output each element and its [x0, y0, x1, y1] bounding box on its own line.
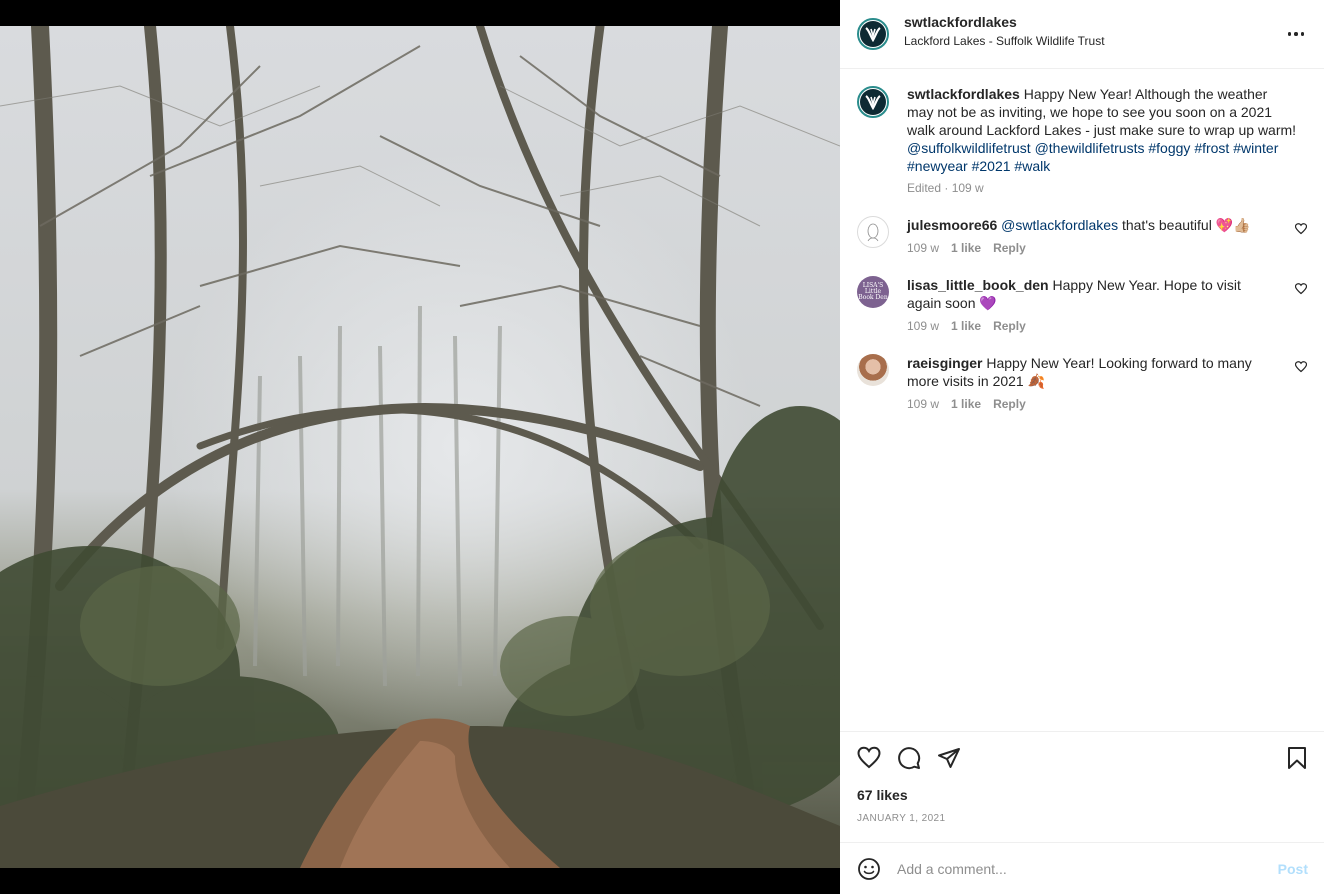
- comment-age[interactable]: 109 w: [907, 319, 939, 333]
- comment-bubble-icon[interactable]: [896, 745, 922, 771]
- comment-item: julesmoore66 @swtlackfordlakes that's be…: [857, 216, 1308, 255]
- comment-like-heart-icon[interactable]: [1294, 360, 1308, 373]
- comment-like-heart-icon[interactable]: [1294, 222, 1308, 235]
- comment-item: LISA'S Little Book Den lisas_little_book…: [857, 276, 1308, 333]
- account-avatar[interactable]: [857, 18, 889, 50]
- sketch-face-icon: [867, 223, 879, 242]
- comment-composer: Post: [840, 842, 1324, 894]
- post-comment-button[interactable]: Post: [1278, 861, 1308, 877]
- reply-button[interactable]: Reply: [993, 319, 1026, 333]
- forest-path-image: [0, 26, 840, 868]
- post-location[interactable]: Lackford Lakes - Suffolk Wildlife Trust: [904, 34, 1105, 48]
- reply-button[interactable]: Reply: [993, 397, 1026, 411]
- post-photo[interactable]: [0, 26, 840, 868]
- comment-likes[interactable]: 1 like: [951, 241, 981, 255]
- likes-count[interactable]: 67 likes: [857, 787, 908, 803]
- caption-username[interactable]: swtlackfordlakes: [907, 86, 1020, 102]
- hashtag-link[interactable]: #walk: [1014, 158, 1050, 174]
- comment-age[interactable]: 109 w: [907, 241, 939, 255]
- avatar-logo-text: LISA'S Little Book Den: [858, 282, 888, 301]
- caption-text: swtlackfordlakes Happy New Year! Althoug…: [907, 85, 1297, 175]
- tag-link[interactable]: @thewildlifetrusts: [1035, 140, 1145, 156]
- comment-like-heart-icon[interactable]: [1294, 282, 1308, 295]
- caption-meta: Edited · 109 w: [907, 181, 984, 195]
- comment-likes[interactable]: 1 like: [951, 397, 981, 411]
- comment-username[interactable]: lisas_little_book_den: [907, 277, 1049, 293]
- comment-age[interactable]: 109 w: [907, 397, 939, 411]
- post-actions-footer: 67 likes JANUARY 1, 2021: [840, 731, 1324, 842]
- badger-logo-icon: [860, 21, 886, 47]
- reply-button[interactable]: Reply: [993, 241, 1026, 255]
- commenter-avatar[interactable]: LISA'S Little Book Den: [857, 276, 889, 308]
- post-date[interactable]: JANUARY 1, 2021: [857, 813, 945, 824]
- badger-logo-icon: [860, 89, 886, 115]
- comment-username[interactable]: julesmoore66: [907, 217, 997, 233]
- hashtag-link[interactable]: #newyear: [907, 158, 968, 174]
- comment-likes[interactable]: 1 like: [951, 319, 981, 333]
- comment-username[interactable]: raeisginger: [907, 355, 982, 371]
- hashtag-link[interactable]: #foggy: [1148, 140, 1190, 156]
- post-media: [0, 0, 840, 894]
- heart-icon[interactable]: [856, 745, 882, 771]
- smiley-icon[interactable]: [857, 857, 881, 881]
- commenter-avatar[interactable]: [857, 354, 889, 386]
- caption-avatar[interactable]: [857, 86, 889, 118]
- commenter-avatar[interactable]: [857, 216, 889, 248]
- paper-plane-icon[interactable]: [936, 745, 962, 771]
- hashtag-link[interactable]: #2021: [972, 158, 1011, 174]
- mention-link[interactable]: @swtlackfordlakes: [1001, 217, 1118, 233]
- instagram-post: swtlackfordlakes Lackford Lakes - Suffol…: [0, 0, 1324, 894]
- account-username[interactable]: swtlackfordlakes: [904, 14, 1105, 30]
- post-header: swtlackfordlakes Lackford Lakes - Suffol…: [840, 0, 1324, 69]
- more-options-icon[interactable]: [1286, 24, 1306, 44]
- comment-item: raeisginger Happy New Year! Looking forw…: [857, 354, 1308, 411]
- post-caption: swtlackfordlakes Happy New Year! Althoug…: [857, 85, 1308, 195]
- hashtag-link[interactable]: #winter: [1233, 140, 1278, 156]
- comment-text: that's beautiful 💖👍🏼: [1121, 217, 1251, 233]
- hashtag-link[interactable]: #frost: [1194, 140, 1229, 156]
- post-side-panel: swtlackfordlakes Lackford Lakes - Suffol…: [840, 0, 1324, 894]
- bookmark-icon[interactable]: [1284, 745, 1310, 771]
- tag-link[interactable]: @suffolkwildlifetrust: [907, 140, 1031, 156]
- comments-section: swtlackfordlakes Happy New Year! Althoug…: [840, 69, 1324, 731]
- action-icon-row: [856, 744, 1310, 772]
- comment-input[interactable]: [897, 860, 1278, 877]
